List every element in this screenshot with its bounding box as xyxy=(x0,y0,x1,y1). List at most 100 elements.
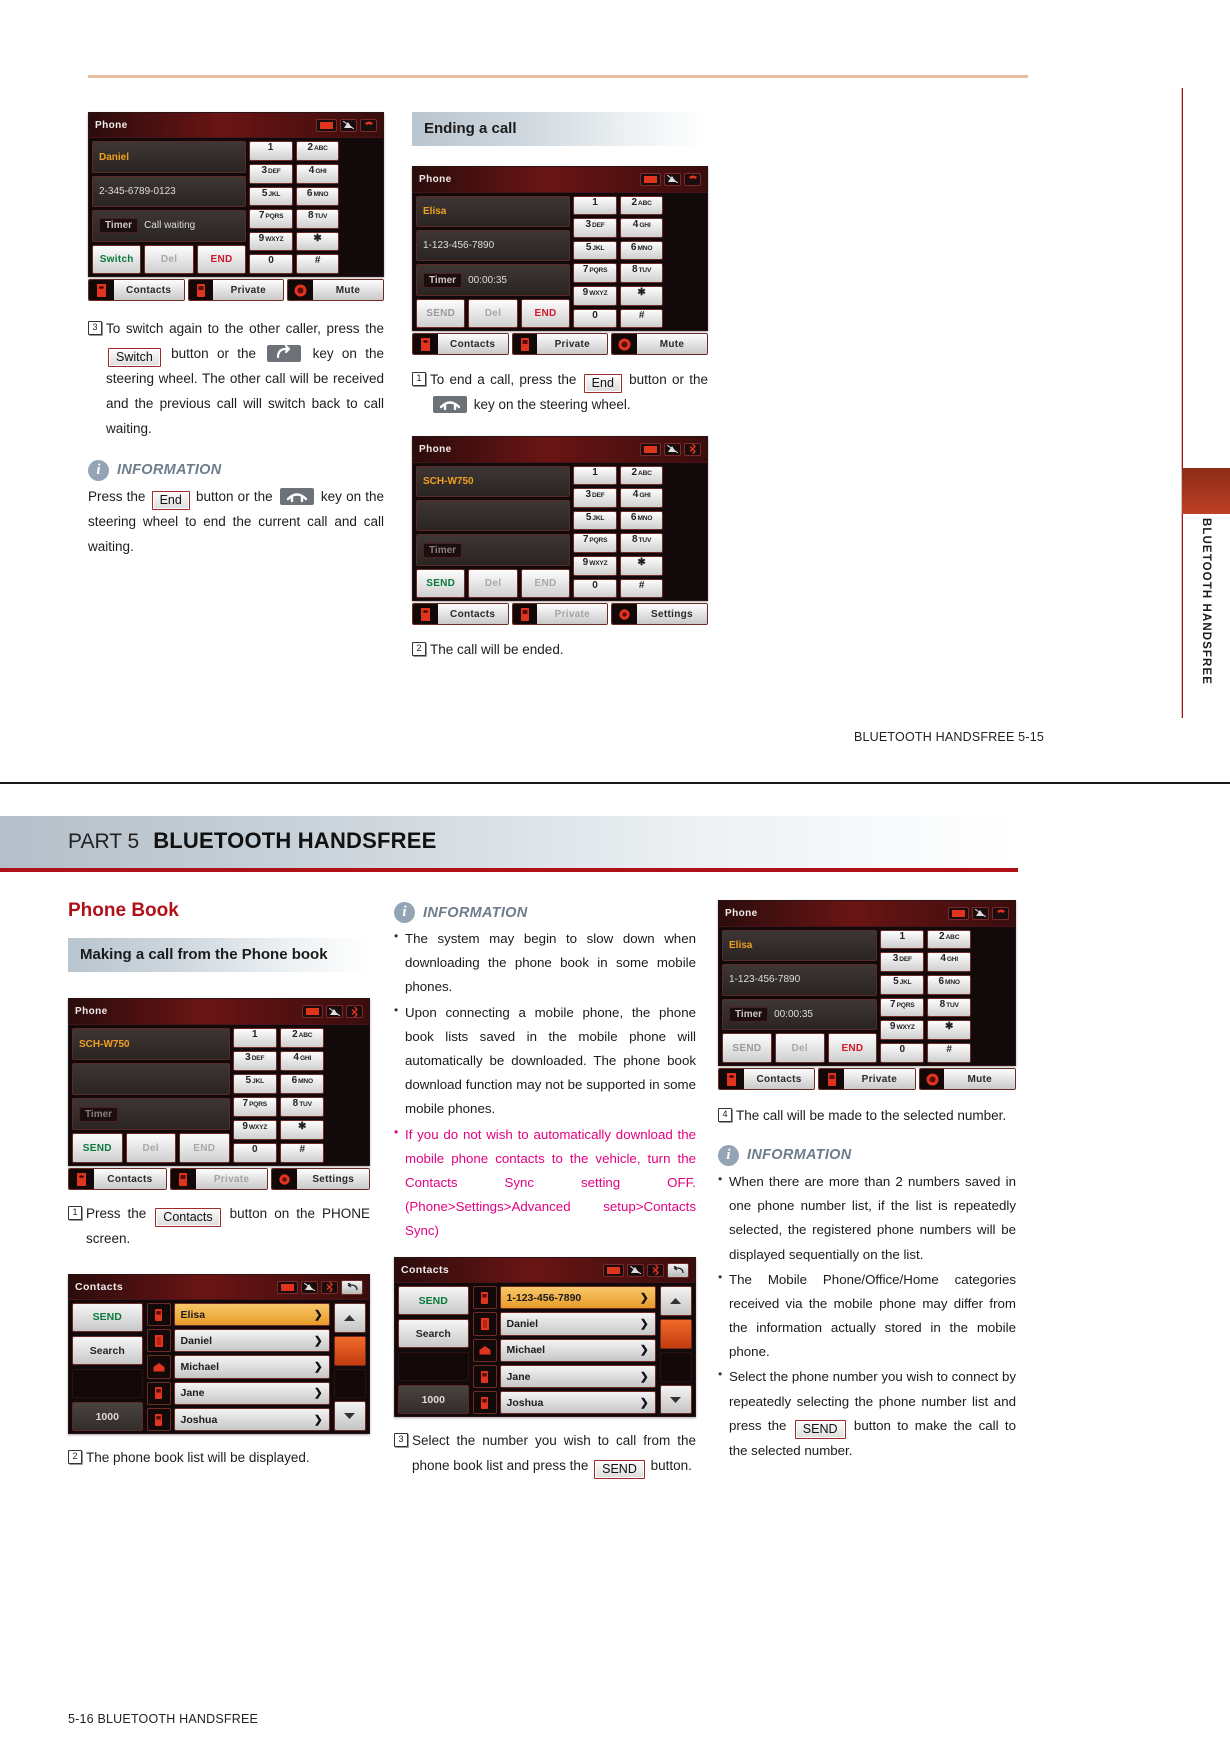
key-7[interactable]: 7 PQRS xyxy=(249,209,293,229)
keypad[interactable]: 1 2 ABC 3 DEF 4 GHI 5 JKL 6 MNO 7 PQRS 8 TUV 9W… xyxy=(573,195,704,329)
list-item[interactable]: Jane ❯ xyxy=(472,1364,656,1389)
key-2[interactable]: 2 ABC xyxy=(927,929,972,950)
key-hash[interactable]: # xyxy=(295,254,340,274)
key-2[interactable]: 2 ABC xyxy=(619,195,664,216)
key-6[interactable]: 6 MNO xyxy=(619,240,664,261)
key-3[interactable]: 3 DEF xyxy=(573,218,617,238)
key-1[interactable]: 1 xyxy=(249,141,293,162)
key-5[interactable]: 5 JKL xyxy=(573,510,617,531)
del-button[interactable]: Del xyxy=(774,1033,825,1063)
switch-key-pill[interactable]: Switch xyxy=(108,347,161,367)
private-button[interactable]: Private xyxy=(818,1068,916,1090)
key-0[interactable]: 0 xyxy=(880,1043,925,1063)
keypad[interactable]: 1 2 ABC 3 DEF 4 GHI 5 JKL 6 MNO 7 PQRS 8 TUV 9W… xyxy=(573,465,704,599)
phone-screen-active-call[interactable]: Phone Elisa 1-123-456-7890 Timer 00:00:3… xyxy=(412,166,708,332)
send-button[interactable]: SEND xyxy=(416,568,466,599)
key-8[interactable]: 8 TUV xyxy=(295,209,340,229)
key-1[interactable]: 1 xyxy=(232,1028,277,1049)
list-item[interactable]: Jane ❯ xyxy=(146,1381,330,1405)
key-0[interactable]: 0 xyxy=(573,308,617,329)
contact-name[interactable]: Joshua ❯ xyxy=(499,1391,656,1415)
up-icon[interactable] xyxy=(333,1302,366,1333)
send-button[interactable]: SEND xyxy=(722,1033,772,1063)
list-item[interactable]: Michael ❯ xyxy=(146,1355,330,1379)
key-4[interactable]: 4 GHI xyxy=(927,952,972,973)
scroll-thumb[interactable] xyxy=(333,1335,366,1366)
end-button[interactable]: END xyxy=(520,568,571,599)
contact-name[interactable]: Jane ❯ xyxy=(499,1364,656,1389)
scroll-thumb[interactable] xyxy=(659,1318,692,1349)
settings-button[interactable]: Settings xyxy=(611,603,709,626)
up-icon[interactable] xyxy=(659,1286,692,1316)
contact-name[interactable]: Daniel ❯ xyxy=(173,1329,330,1353)
private-button[interactable]: Private xyxy=(511,603,609,626)
del-button[interactable]: Del xyxy=(468,568,518,599)
contacts-screen-numbers[interactable]: Contacts SEND Search 1000 1-123-456-7890… xyxy=(394,1257,696,1418)
contact-name[interactable]: Michael ❯ xyxy=(499,1338,656,1362)
key-3[interactable]: 3 DEF xyxy=(249,164,293,184)
key-7[interactable]: 7 PQRS xyxy=(232,1097,277,1118)
key-0[interactable]: 0 xyxy=(249,254,293,274)
keypad[interactable]: 1 2 ABC 3 DEF 4 GHI 5 JKL 6 MNO 7 PQRS 8 TUV 9W… xyxy=(232,1028,366,1164)
back-icon[interactable] xyxy=(667,1262,689,1278)
end-button[interactable]: END xyxy=(196,244,247,274)
key-3[interactable]: 3 DEF xyxy=(573,488,617,508)
key-0[interactable]: 0 xyxy=(232,1143,277,1164)
send-button[interactable]: SEND xyxy=(72,1302,143,1332)
end-button[interactable]: END xyxy=(179,1133,230,1164)
contacts-key-pill[interactable]: Contacts xyxy=(155,1208,221,1228)
contact-name[interactable]: Jane ❯ xyxy=(173,1381,330,1405)
key-9[interactable]: 9 WXYZ xyxy=(232,1120,277,1141)
key-6[interactable]: 6 MNO xyxy=(619,510,664,531)
key-8[interactable]: 8 TUV xyxy=(619,263,664,283)
key-9[interactable]: 9 WXYZ xyxy=(880,1020,925,1041)
key-6[interactable]: 6 MNO xyxy=(280,1074,325,1095)
mute-button[interactable]: Mute xyxy=(918,1068,1016,1090)
key-7[interactable]: 7 PQRS xyxy=(880,997,925,1018)
del-button[interactable]: Del xyxy=(125,1133,176,1164)
key-2[interactable]: 2 ABC xyxy=(619,465,664,486)
key-3[interactable]: 3 DEF xyxy=(880,952,925,973)
key-4[interactable]: 4 GHI xyxy=(619,488,664,508)
key-1[interactable]: 1 xyxy=(573,465,617,486)
down-icon[interactable] xyxy=(333,1401,366,1432)
back-icon[interactable] xyxy=(341,1279,363,1295)
private-button[interactable]: Private xyxy=(169,1168,269,1191)
contacts-screen-names[interactable]: Contacts SEND Search 1000 Elisa ❯ Daniel… xyxy=(68,1274,370,1435)
phone-screen-call-waiting[interactable]: Phone Daniel 2-345-6789-0123 Timer Call … xyxy=(88,112,384,277)
del-button[interactable]: Del xyxy=(144,244,194,274)
key-3[interactable]: 3 DEF xyxy=(232,1051,277,1072)
settings-button[interactable]: Settings xyxy=(271,1168,371,1191)
key-hash[interactable]: # xyxy=(619,578,664,599)
key-7[interactable]: 7 PQRS xyxy=(573,533,617,553)
phone-screen-idle[interactable]: Phone SCH-W750 Timer SEND Del END 1 2 AB… xyxy=(412,436,708,602)
down-icon[interactable] xyxy=(659,1384,692,1415)
key-4[interactable]: 4 GHI xyxy=(295,164,340,184)
key-star[interactable]: ✱ xyxy=(280,1120,325,1141)
key-1[interactable]: 1 xyxy=(880,929,925,950)
key-star[interactable]: ✱ xyxy=(619,286,664,306)
contacts-button[interactable]: Contacts xyxy=(88,279,185,301)
contact-name[interactable]: Elisa ❯ xyxy=(173,1302,330,1327)
key-5[interactable]: 5 JKL xyxy=(880,975,925,995)
key-0[interactable]: 0 xyxy=(573,578,617,599)
phone-screen-outgoing-call[interactable]: Phone Elisa 1-123-456-7890 Timer 00:00:3… xyxy=(718,900,1016,1066)
search-button[interactable]: Search xyxy=(72,1335,143,1366)
contacts-button[interactable]: Contacts xyxy=(412,333,509,356)
end-key-pill[interactable]: End xyxy=(583,374,622,394)
phone-screen-idle[interactable]: Phone SCH-W750 Timer SEND Del END 1 2 AB… xyxy=(68,998,370,1167)
del-button[interactable]: Del xyxy=(468,298,518,329)
key-8[interactable]: 8 TUV xyxy=(280,1097,325,1118)
list-item[interactable]: Daniel ❯ xyxy=(472,1312,656,1336)
end-button[interactable]: END xyxy=(520,298,571,329)
keypad[interactable]: 1 2 ABC 3 DEF 4 GHI 5 JKL 6 MNO 7 PQRS 8 TUV 9W… xyxy=(249,141,380,274)
key-4[interactable]: 4 GHI xyxy=(619,218,664,238)
key-9[interactable]: 9 WXYZ xyxy=(573,555,617,576)
send-key-pill[interactable]: SEND xyxy=(594,1460,645,1480)
private-button[interactable]: Private xyxy=(187,279,285,301)
contact-name[interactable]: Joshua ❯ xyxy=(173,1407,330,1432)
key-star[interactable]: ✱ xyxy=(619,555,664,576)
search-button[interactable]: Search xyxy=(398,1319,469,1349)
contact-name[interactable]: Daniel ❯ xyxy=(499,1312,656,1336)
contacts-button[interactable]: Contacts xyxy=(412,603,509,626)
